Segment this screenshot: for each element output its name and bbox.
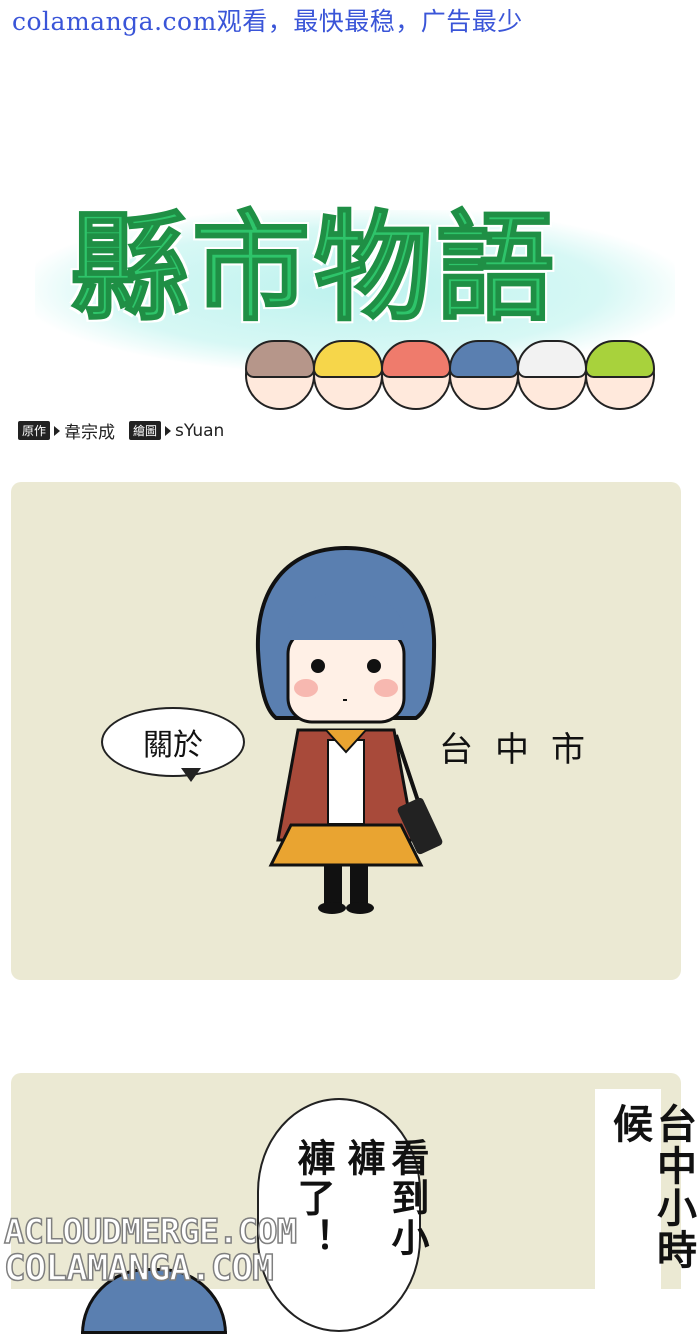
character-heads: [245, 340, 685, 440]
arrow-icon: [165, 425, 172, 436]
panel-caption: 台中小時候: [606, 1103, 696, 1271]
watermark-text: COLAMANGA.COM: [3, 1247, 274, 1290]
comic-panel-1: 關於 台中市: [11, 482, 681, 980]
series-title: 縣市物語: [69, 198, 559, 338]
arrow-icon: [54, 425, 61, 436]
character-head: [313, 340, 383, 410]
credits-line: 原作 韋宗成 繪圖 sYuan: [18, 418, 224, 443]
author-tag: 原作: [18, 421, 51, 440]
bubble-text: 關於: [143, 728, 203, 763]
author-name: 韋宗成: [64, 423, 116, 443]
bubble-tail: [181, 768, 201, 782]
speech-bubble: 關於: [101, 707, 245, 777]
character-head: [517, 340, 587, 410]
site-banner: colamanga.com观看，最快最稳，广告最少: [12, 7, 523, 36]
character-head: [381, 340, 451, 410]
character-head: [449, 340, 519, 410]
artist-tag: 繪圖: [129, 421, 162, 440]
bubble-text-line: 看到小褲: [341, 1138, 429, 1258]
character-head: [585, 340, 655, 410]
girl-character-illustration: [255, 545, 443, 914]
bubble-text-line: 褲了！: [291, 1138, 335, 1258]
panel-caption: 台中市: [439, 730, 607, 770]
artist-name: sYuan: [175, 420, 225, 441]
character-head: [245, 340, 315, 410]
watermark-text: ACLOUDMERGE.COM: [3, 1211, 298, 1253]
